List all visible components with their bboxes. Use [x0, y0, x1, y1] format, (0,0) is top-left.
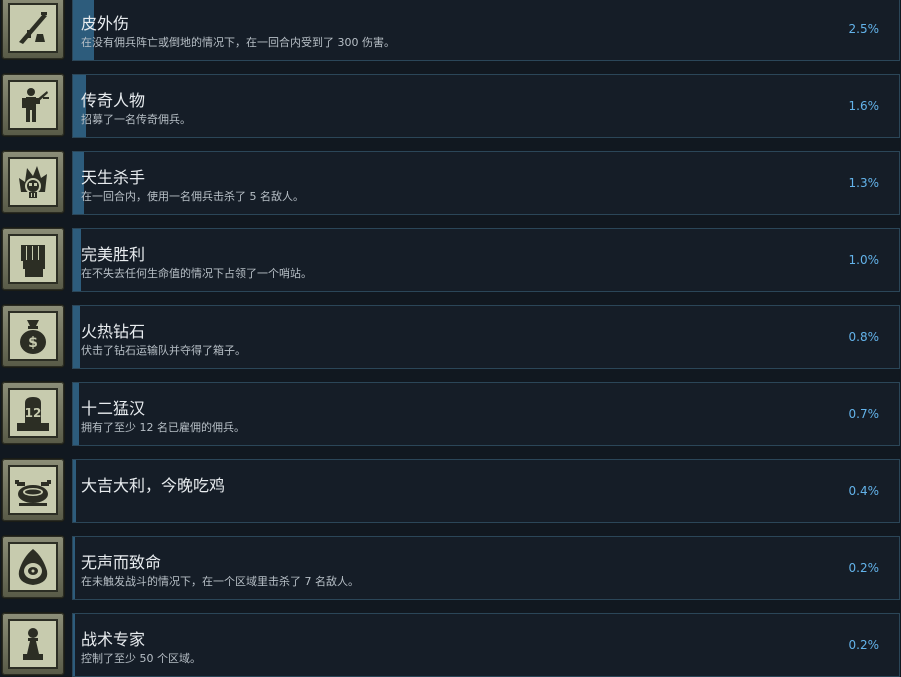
achievement-card: 无声而致命 在未触发战斗的情况下，在一个区域里击杀了 7 名敌人。 0.2% [72, 536, 900, 600]
achievement-icon-frame [2, 0, 64, 59]
achievement-card: 十二猛汉 拥有了至少 12 名已雇佣的佣兵。 0.7% [72, 382, 900, 446]
monument-icon: 12 [17, 397, 49, 431]
achievement-card: 大吉大利，今晚吃鸡 0.4% [72, 459, 900, 523]
progress-bar [73, 460, 77, 522]
achievement-title: 十二猛汉 [81, 399, 146, 418]
achievement-card: 战术专家 控制了至少 50 个区域。 0.2% [72, 613, 900, 677]
unlock-percentage: 2.5% [848, 22, 880, 36]
unlock-percentage: 0.2% [848, 638, 880, 652]
achievement-row[interactable]: 战术专家 控制了至少 50 个区域。 0.2% [0, 613, 901, 677]
unlock-percentage: 1.3% [848, 176, 880, 190]
achievement-description: 拥有了至少 12 名已雇佣的佣兵。 [81, 421, 245, 434]
flaming-skull-icon [19, 166, 47, 198]
achievement-description: 在未触发战斗的情况下，在一个区域里击杀了 7 名敌人。 [81, 575, 359, 588]
unlock-percentage: 0.8% [848, 330, 880, 344]
achievement-description: 招募了一名传奇佣兵。 [81, 113, 191, 126]
progress-bar [73, 383, 79, 445]
achievement-icon-frame: 12 [2, 382, 64, 444]
achievement-card: 火热钻石 伏击了钻石运输队并夺得了箱子。 0.8% [72, 305, 900, 369]
roast-chicken-icon [15, 480, 51, 506]
achievement-title: 完美胜利 [81, 245, 146, 264]
money-bag-icon: $ [20, 320, 46, 354]
achievement-card: 传奇人物 招募了一名传奇佣兵。 1.6% [72, 74, 900, 138]
fist-icon [21, 245, 45, 277]
achievement-description: 控制了至少 50 个区域。 [81, 652, 201, 665]
achievement-icon-frame: $ [2, 305, 64, 367]
achievement-title: 大吉大利，今晚吃鸡 [81, 476, 226, 495]
achievement-row[interactable]: 天生杀手 在一回合内，使用一名佣兵击杀了 5 名敌人。 1.3% [0, 151, 901, 228]
progress-bar [73, 229, 82, 291]
achievement-card: 皮外伤 在没有佣兵阵亡或倒地的情况下，在一回合内受到了 300 伤害。 2.5% [72, 0, 900, 61]
achievement-row[interactable]: 皮外伤 在没有佣兵阵亡或倒地的情况下，在一回合内受到了 300 伤害。 2.5% [0, 0, 901, 74]
achievement-icon-frame [2, 151, 64, 213]
achievement-icon-frame [2, 536, 64, 598]
achievement-title: 皮外伤 [81, 14, 130, 33]
achievement-icon-frame [2, 74, 64, 136]
achievement-row[interactable]: $ 火热钻石 伏击了钻石运输队并夺得了箱子。 0.8% [0, 305, 901, 382]
achievement-row[interactable]: 12 十二猛汉 拥有了至少 12 名已雇佣的佣兵。 0.7% [0, 382, 901, 459]
achievement-row[interactable]: 完美胜利 在不失去任何生命值的情况下占领了一个哨站。 1.0% [0, 228, 901, 305]
achievement-description: 伏击了钻石运输队并夺得了箱子。 [81, 344, 246, 357]
achievement-card: 天生杀手 在一回合内，使用一名佣兵击杀了 5 名敌人。 1.3% [72, 151, 900, 215]
achievement-title: 传奇人物 [81, 91, 146, 110]
achievement-description: 在不失去任何生命值的情况下占领了一个哨站。 [81, 267, 312, 280]
achievement-title: 天生杀手 [81, 168, 146, 187]
achievement-icon-frame [2, 228, 64, 290]
achievement-icon-frame [2, 459, 64, 521]
unlock-percentage: 0.4% [848, 484, 880, 498]
achievement-title: 无声而致命 [81, 553, 162, 572]
chess-pawn-icon [23, 628, 43, 660]
rifle-icon [19, 12, 47, 44]
hooded-eye-icon [18, 549, 48, 585]
progress-bar [73, 614, 75, 676]
unlock-percentage: 1.6% [848, 99, 880, 113]
progress-bar [73, 537, 75, 599]
achievement-card: 完美胜利 在不失去任何生命值的情况下占领了一个哨站。 1.0% [72, 228, 900, 292]
achievement-list: 皮外伤 在没有佣兵阵亡或倒地的情况下，在一回合内受到了 300 伤害。 2.5% [0, 0, 901, 677]
achievement-row[interactable]: 传奇人物 招募了一名传奇佣兵。 1.6% [0, 74, 901, 151]
unlock-percentage: 0.7% [848, 407, 880, 421]
achievement-description: 在一回合内，使用一名佣兵击杀了 5 名敌人。 [81, 190, 304, 203]
progress-bar [73, 306, 80, 368]
soldier-icon [22, 88, 49, 122]
svg-text:12: 12 [25, 406, 42, 420]
achievement-icon-frame [2, 613, 64, 675]
achievement-title: 火热钻石 [81, 322, 146, 341]
achievement-title: 战术专家 [81, 630, 146, 649]
unlock-percentage: 1.0% [848, 253, 880, 267]
svg-text:$: $ [28, 335, 38, 351]
achievement-row[interactable]: 大吉大利，今晚吃鸡 0.4% [0, 459, 901, 536]
achievement-row[interactable]: 无声而致命 在未触发战斗的情况下，在一个区域里击杀了 7 名敌人。 0.2% [0, 536, 901, 613]
achievement-description: 在没有佣兵阵亡或倒地的情况下，在一回合内受到了 300 伤害。 [81, 36, 395, 49]
unlock-percentage: 0.2% [848, 561, 880, 575]
